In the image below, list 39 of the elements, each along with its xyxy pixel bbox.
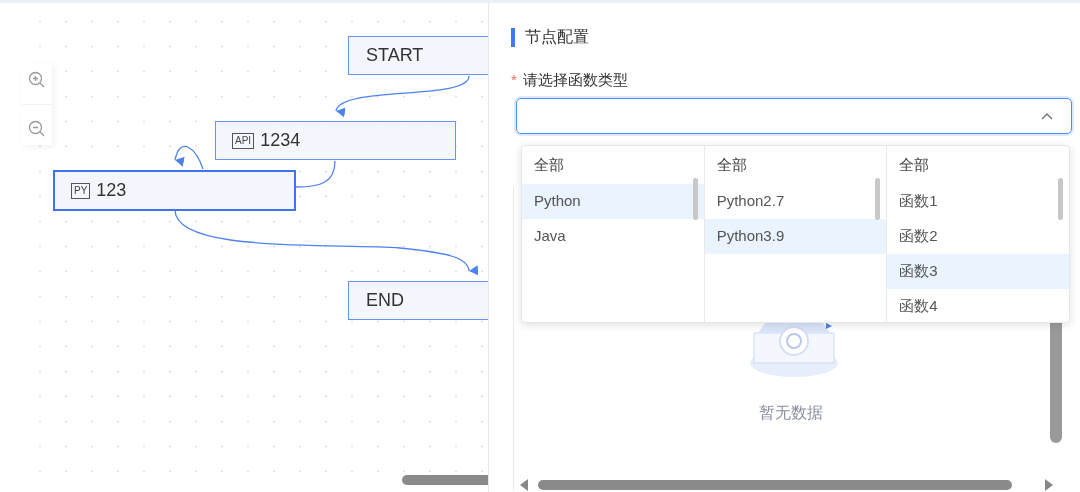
- cascader-option[interactable]: 函数1: [887, 184, 1069, 219]
- cascader-option[interactable]: 函数2: [887, 219, 1069, 254]
- node-type-badge: API: [232, 132, 255, 149]
- cascader-option[interactable]: 全部: [887, 146, 1069, 184]
- cascader-option[interactable]: 全部: [522, 146, 704, 184]
- edge-line: [295, 160, 336, 188]
- node-label: START: [366, 44, 424, 67]
- scrollbar[interactable]: [538, 480, 1012, 490]
- zoom-out-icon[interactable]: [28, 119, 46, 138]
- node-label: 1234: [260, 129, 301, 152]
- cascader-option[interactable]: 函数4: [887, 289, 1069, 322]
- field-label: 请选择函数类型: [522, 70, 628, 90]
- title-accent-bar: [511, 27, 515, 47]
- flow-node[interactable]: END: [348, 281, 488, 320]
- scrollbar[interactable]: [402, 475, 488, 485]
- cascader-option[interactable]: Java: [522, 219, 704, 254]
- chevron-icon: [1041, 111, 1053, 120]
- scrollbar[interactable]: [1058, 178, 1063, 220]
- scrollbar[interactable]: [692, 178, 698, 220]
- required-asterisk: *: [511, 70, 517, 90]
- node-label: 123: [96, 179, 127, 202]
- node-label: END: [366, 289, 404, 312]
- flow-node[interactable]: API 1234: [215, 121, 456, 160]
- zoom-in-icon[interactable]: [28, 70, 46, 89]
- flow-node[interactable]: START: [348, 36, 488, 75]
- cascader-option[interactable]: 函数3: [887, 254, 1069, 289]
- cascader-option[interactable]: Python2.7: [704, 184, 887, 219]
- section-title: 节点配置: [525, 27, 589, 47]
- scrollbar[interactable]: [875, 178, 881, 220]
- scroll-left-icon[interactable]: [520, 479, 528, 491]
- scroll-right-icon[interactable]: [1045, 479, 1053, 491]
- flow-node[interactable]: PY 123: [53, 170, 296, 211]
- node-type-badge: PY: [71, 182, 91, 199]
- select-field[interactable]: [516, 97, 1072, 134]
- loop-arrow: [174, 145, 204, 170]
- cascader-option[interactable]: 全部: [704, 146, 887, 184]
- cascader-option[interactable]: Python: [522, 184, 704, 219]
- cascader-option[interactable]: Python3.9: [704, 219, 887, 254]
- empty-message: 暂无数据: [759, 403, 823, 423]
